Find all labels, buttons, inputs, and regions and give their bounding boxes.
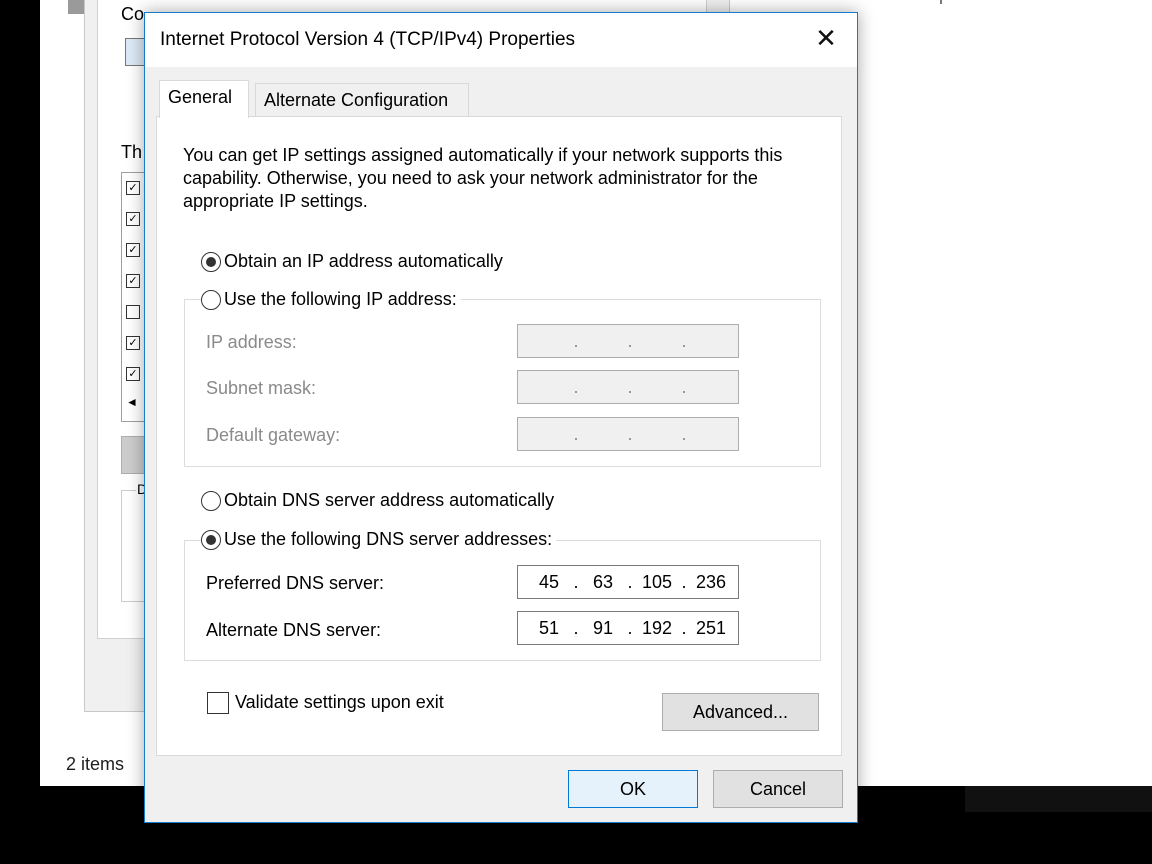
- default-gateway-input: . . .: [517, 417, 739, 451]
- alternate-dns-input[interactable]: 51. 91. 192. 251: [517, 611, 739, 645]
- scroll-left-icon[interactable]: ◄: [126, 395, 138, 409]
- cancel-button[interactable]: Cancel: [713, 770, 843, 808]
- status-bar-item-count: 2 items: [66, 754, 125, 774]
- dialog-title: Internet Protocol Version 4 (TCP/IPv4) P…: [160, 29, 576, 50]
- connect-using-label: Co: [121, 4, 145, 24]
- ipv4-properties-dialog: Internet Protocol Version 4 (TCP/IPv4) P…: [144, 12, 858, 823]
- components-label: Th: [121, 142, 143, 162]
- component-checkbox[interactable]: ✓: [126, 274, 140, 288]
- tab-general[interactable]: General: [159, 80, 249, 118]
- component-checkbox[interactable]: ✓: [126, 336, 140, 350]
- validate-settings-checkbox[interactable]: [207, 692, 229, 714]
- ok-button[interactable]: OK: [568, 770, 698, 808]
- use-following-ip-radio[interactable]: [201, 289, 221, 310]
- background-divider: [940, 0, 942, 4]
- obtain-ip-auto-radio[interactable]: [201, 251, 221, 272]
- title-bar[interactable]: Internet Protocol Version 4 (TCP/IPv4) P…: [145, 13, 857, 67]
- ip-address-input: . . .: [517, 324, 739, 358]
- obtain-dns-auto-option[interactable]: Obtain DNS server address automatically: [201, 490, 554, 511]
- obtain-ip-auto-label: Obtain an IP address automatically: [224, 251, 503, 271]
- intro-text: You can get IP settings assigned automat…: [183, 145, 783, 211]
- component-checkbox[interactable]: ✓: [126, 212, 140, 226]
- ip-address-label: IP address:: [206, 332, 297, 352]
- obtain-dns-auto-label: Obtain DNS server address automatically: [224, 490, 555, 510]
- use-following-ip-option[interactable]: Use the following IP address:: [201, 289, 461, 310]
- component-checkbox[interactable]: ✓: [126, 367, 140, 381]
- preferred-dns-input[interactable]: 45. 63. 105. 236: [517, 565, 739, 599]
- use-following-ip-label: Use the following IP address:: [224, 289, 457, 309]
- validate-settings-label: Validate settings upon exit: [235, 692, 444, 712]
- default-gateway-label: Default gateway:: [206, 425, 341, 445]
- obtain-ip-auto-option[interactable]: Obtain an IP address automatically: [201, 251, 503, 272]
- taskbar-segment: [965, 786, 1152, 812]
- component-checkbox[interactable]: ✓: [126, 243, 140, 257]
- component-checkbox[interactable]: ✓: [126, 181, 140, 195]
- advanced-button[interactable]: Advanced...: [662, 693, 819, 731]
- general-tab-panel: You can get IP settings assigned automat…: [156, 116, 842, 756]
- obtain-dns-auto-radio[interactable]: [201, 490, 221, 511]
- use-following-dns-radio[interactable]: [201, 529, 221, 550]
- use-following-dns-option[interactable]: Use the following DNS server addresses:: [201, 529, 557, 550]
- close-icon[interactable]: ✕: [803, 21, 849, 59]
- subnet-mask-input: . . .: [517, 370, 739, 404]
- use-following-dns-label: Use the following DNS server addresses:: [224, 529, 553, 549]
- tab-alternate-configuration[interactable]: Alternate Configuration: [255, 83, 469, 117]
- preferred-dns-label: Preferred DNS server:: [206, 573, 385, 593]
- component-checkbox[interactable]: [126, 305, 140, 319]
- alternate-dns-label: Alternate DNS server:: [206, 620, 382, 640]
- background-panel: [857, 0, 1152, 786]
- subnet-mask-label: Subnet mask:: [206, 378, 317, 398]
